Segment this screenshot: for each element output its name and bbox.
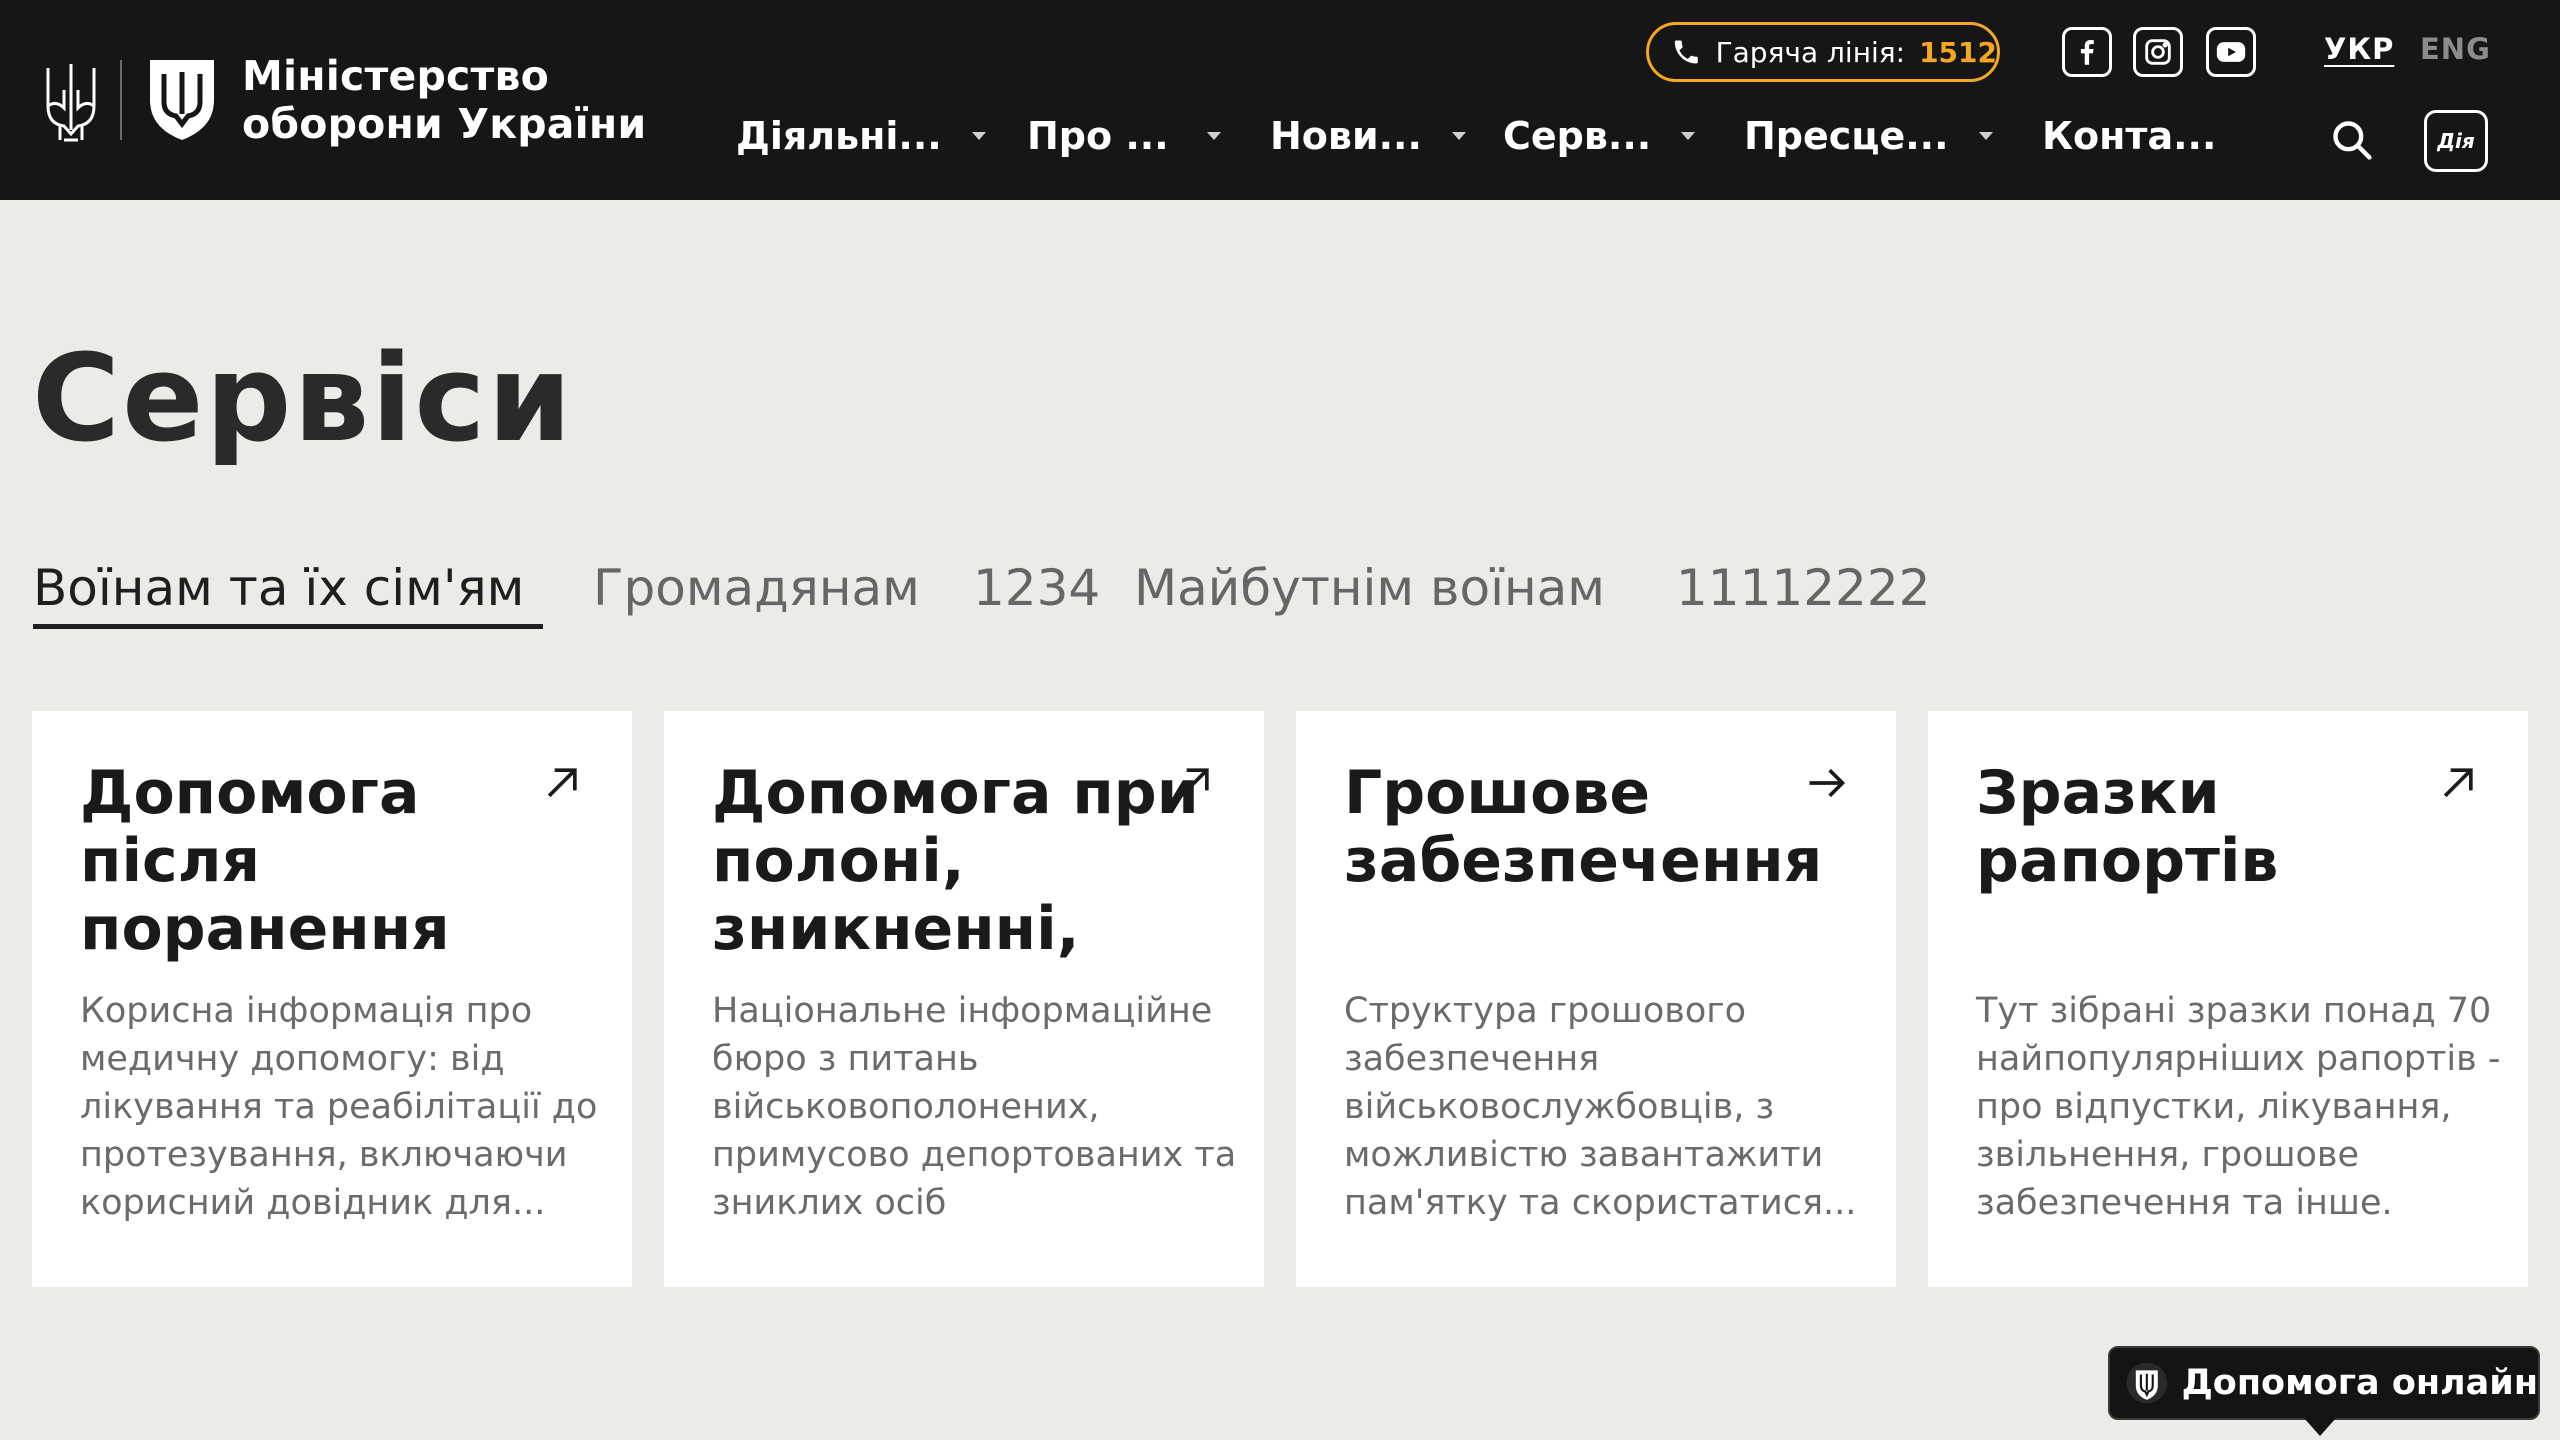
brand-name[interactable]: Міністерство оборони України bbox=[242, 52, 646, 148]
card-description: Структура грошового забезпечення військо… bbox=[1344, 991, 1857, 1223]
arrow-up-right-icon bbox=[1179, 768, 1209, 798]
nav-item-services[interactable]: Серв... bbox=[1503, 114, 1696, 158]
nav-item-news[interactable]: Нови... bbox=[1270, 114, 1466, 158]
logo-divider bbox=[120, 60, 122, 140]
trident-icon[interactable] bbox=[42, 60, 100, 142]
lang-ukr-link[interactable]: УКР bbox=[2324, 32, 2394, 66]
page-title: Сервіси bbox=[32, 330, 574, 469]
youtube-link[interactable] bbox=[2206, 27, 2256, 77]
ministry-shield-icon[interactable] bbox=[146, 56, 218, 142]
nav-item-label: Пресце... bbox=[1744, 114, 1949, 158]
nav-item-label: Про ... bbox=[1027, 114, 1169, 158]
diia-label: Дія bbox=[2437, 129, 2475, 153]
nav-item-label: Діяльні... bbox=[736, 114, 942, 158]
card-description: Корисна інформація про медичну допомогу:… bbox=[80, 991, 598, 1223]
arrow-up-right-icon bbox=[547, 768, 577, 798]
brand-line-1: Міністерство bbox=[242, 52, 550, 100]
tab-11112222[interactable]: 11112222 bbox=[1676, 556, 1931, 620]
youtube-icon bbox=[2216, 42, 2246, 62]
arrow-up-right-icon bbox=[2443, 768, 2473, 798]
active-tab-indicator bbox=[33, 624, 543, 629]
chevron-down-icon bbox=[1451, 132, 1466, 140]
tab-1234[interactable]: 1234 bbox=[973, 556, 1100, 620]
phone-icon bbox=[1674, 40, 1698, 64]
search-icon[interactable] bbox=[2330, 118, 2374, 162]
service-card-captivity-help[interactable]: Допомога при полоні, зникненні, Націонал… bbox=[664, 711, 1264, 1287]
card-title: Грошове забезпечення bbox=[1344, 758, 1823, 896]
brand-line-2: оборони України bbox=[242, 100, 647, 148]
chevron-down-icon bbox=[1681, 132, 1696, 140]
help-online-button[interactable]: Допомога онлайн bbox=[2108, 1346, 2540, 1420]
tab-future-warriors[interactable]: Майбутнім воїнам bbox=[1134, 556, 1605, 620]
card-title: Зразки рапортів bbox=[1976, 758, 2279, 896]
lang-eng-link[interactable]: ENG bbox=[2420, 32, 2491, 66]
nav-item-contacts[interactable]: Конта... bbox=[2042, 114, 2216, 158]
instagram-link[interactable] bbox=[2133, 27, 2183, 77]
facebook-link[interactable] bbox=[2062, 27, 2112, 77]
help-online-label: Допомога онлайн bbox=[2181, 1363, 2538, 1403]
nav-item-label: Конта... bbox=[2042, 114, 2217, 158]
tab-citizens[interactable]: Громадянам bbox=[593, 556, 920, 620]
service-card-payments[interactable]: Грошове забезпечення Структура грошового… bbox=[1296, 711, 1896, 1287]
nav-item-label: Серв... bbox=[1503, 114, 1652, 158]
chevron-down-icon bbox=[971, 132, 986, 140]
diia-button[interactable]: Дія bbox=[2424, 110, 2488, 172]
hotline-number: 1512 bbox=[1919, 35, 1997, 69]
chevron-down-icon bbox=[1206, 132, 1221, 140]
nav-item-label: Нови... bbox=[1270, 114, 1422, 158]
service-card-report-samples[interactable]: Зразки рапортів Тут зібрані зразки понад… bbox=[1928, 711, 2528, 1287]
hotline-label: Гаряча лінія: bbox=[1715, 35, 1906, 69]
card-title: Допомога при полоні, зникненні, bbox=[712, 758, 1199, 964]
nav-item-press[interactable]: Пресце... bbox=[1744, 114, 1993, 158]
tab-warriors-families[interactable]: Воїнам та їх сім'ям bbox=[33, 556, 524, 620]
instagram-icon bbox=[2145, 39, 2171, 65]
site-header: Міністерство оборони України Гаряча ліні… bbox=[0, 0, 2560, 200]
hotline-button[interactable]: Гаряча лінія: 1512 bbox=[1646, 22, 2000, 82]
ministry-shield-icon bbox=[2126, 1362, 2168, 1404]
facebook-icon bbox=[2080, 39, 2094, 65]
chevron-down-icon bbox=[1978, 132, 1993, 140]
card-description: Тут зібрані зразки понад 70 найпопулярні… bbox=[1976, 991, 2501, 1223]
card-title: Допомога після поранення bbox=[80, 758, 450, 964]
card-description: Національне інформаційне бюро з питань в… bbox=[712, 991, 1237, 1223]
nav-item-about[interactable]: Про ... bbox=[1027, 114, 1221, 158]
arrow-right-icon bbox=[1809, 768, 1846, 798]
help-bubble-tail bbox=[2304, 1418, 2336, 1436]
service-card-injury-help[interactable]: Допомога після поранення Корисна інформа… bbox=[32, 711, 632, 1287]
nav-item-activity[interactable]: Діяльні... bbox=[736, 114, 986, 158]
